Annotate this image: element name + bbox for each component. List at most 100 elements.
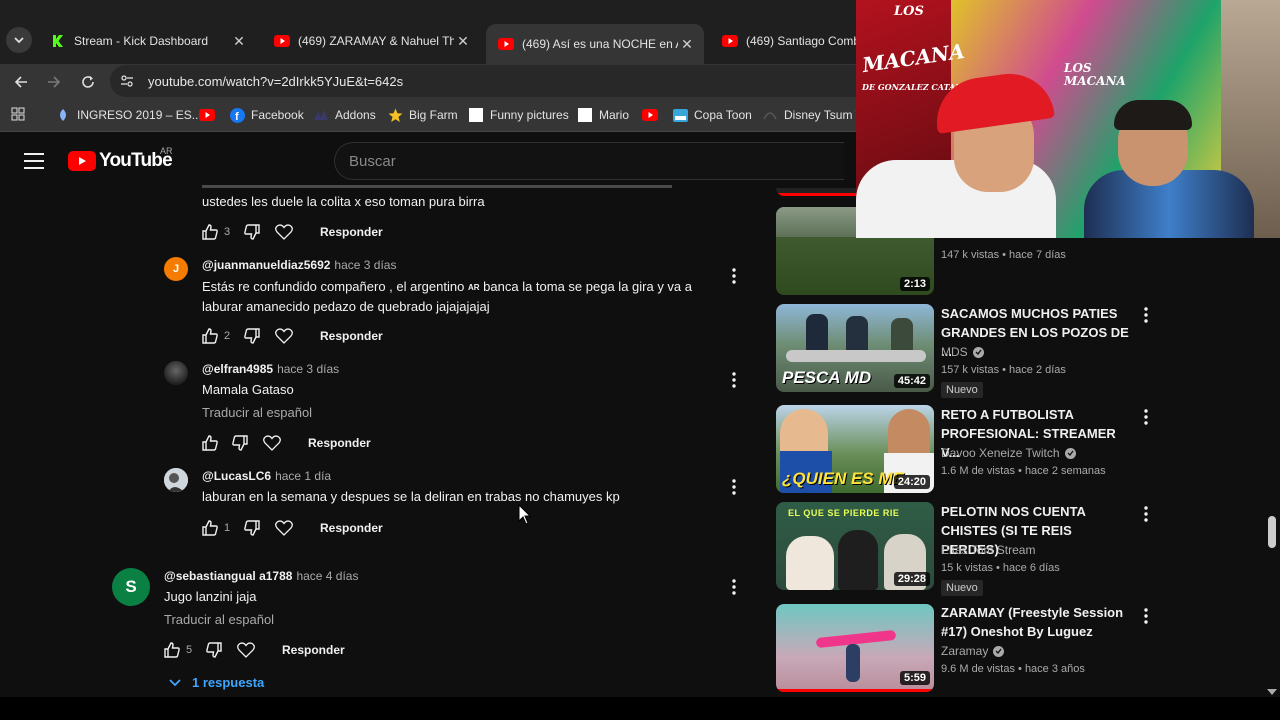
- bookmark-copa-toon[interactable]: Copa Toon: [672, 107, 752, 123]
- menu-icon[interactable]: [24, 153, 44, 169]
- close-icon[interactable]: ✕: [230, 33, 248, 50]
- forward-button[interactable]: [41, 69, 67, 95]
- svg-text:f: f: [235, 111, 239, 123]
- more-options-icon[interactable]: [726, 577, 742, 597]
- heart-icon[interactable]: [274, 326, 294, 346]
- heart-icon[interactable]: [236, 640, 256, 660]
- bookmark-youtube[interactable]: [199, 107, 221, 123]
- reply-button[interactable]: Responder: [320, 521, 383, 535]
- bookmark-label: Mario: [599, 108, 630, 122]
- dislike-icon[interactable]: [242, 326, 262, 346]
- avatar[interactable]: S: [112, 568, 150, 606]
- reply-button[interactable]: Responder: [320, 225, 383, 239]
- comment-author[interactable]: @LucasLC6 hace 1 día: [202, 469, 331, 483]
- bookmark-addons[interactable]: Addons: [313, 107, 376, 123]
- dislike-icon[interactable]: [242, 222, 262, 242]
- dislike-icon[interactable]: [204, 640, 224, 660]
- video-thumbnail[interactable]: PESCA MD 45:42: [776, 304, 934, 392]
- heart-icon[interactable]: [262, 433, 282, 453]
- more-options-icon[interactable]: [1140, 305, 1152, 325]
- tab-kick-dashboard[interactable]: Stream - Kick Dashboard ✕: [38, 27, 256, 55]
- reply-button[interactable]: Responder: [320, 329, 383, 343]
- comment-actions: Responder: [200, 433, 371, 453]
- avatar[interactable]: J: [164, 257, 188, 281]
- dislike-icon[interactable]: [230, 433, 250, 453]
- youtube-logo[interactable]: YouTube: [68, 150, 173, 172]
- verified-icon: [1064, 447, 1076, 459]
- reply-button[interactable]: Responder: [282, 643, 345, 657]
- bookmark-disney-tsum[interactable]: Disney Tsum Ts: [762, 107, 868, 123]
- comment-author[interactable]: @juanmanueldiaz5692 hace 3 días: [202, 258, 396, 272]
- tab-noche-en-asu[interactable]: (469) Así es una NOCHE en ASU ✕: [486, 24, 704, 64]
- reload-button[interactable]: [75, 69, 101, 95]
- mouse-cursor-icon: [518, 504, 532, 525]
- back-button[interactable]: [8, 69, 34, 95]
- like-icon[interactable]: [200, 433, 220, 453]
- dislike-icon[interactable]: [242, 518, 262, 538]
- page-icon: [468, 107, 484, 123]
- video-channel[interactable]: Davoo Xeneize Twitch: [941, 446, 1076, 460]
- bookmark-facebook[interactable]: f Facebook: [229, 107, 304, 123]
- more-options-icon[interactable]: [726, 370, 742, 390]
- video-meta: 9.6 M de vistas • hace 3 años: [941, 663, 1085, 675]
- video-thumbnail[interactable]: 5:59: [776, 604, 934, 692]
- thumbnail-caption: PESCA MD: [782, 368, 872, 387]
- more-options-icon[interactable]: [1140, 606, 1152, 626]
- video-thumbnail[interactable]: EL QUE SE PIERDE RIE 29:28: [776, 502, 934, 590]
- like-icon[interactable]: [200, 222, 220, 242]
- comment-actions: 1 Responder: [200, 518, 383, 538]
- avatar[interactable]: [164, 361, 188, 385]
- bookmark-mario[interactable]: Mario: [577, 107, 629, 123]
- like-icon[interactable]: [200, 518, 220, 538]
- comment-time: hace 3 días: [334, 258, 397, 272]
- heart-icon[interactable]: [274, 518, 294, 538]
- comment-text: Mamala Gataso: [202, 382, 294, 397]
- translate-link[interactable]: Traducir al español: [164, 612, 274, 627]
- avatar[interactable]: [164, 468, 188, 492]
- close-icon[interactable]: ✕: [454, 33, 472, 50]
- comment-author[interactable]: @sebastiangual a1788 hace 4 días: [164, 569, 358, 583]
- video-channel[interactable]: Zaramay: [941, 644, 1005, 658]
- partial-comment-line: [202, 180, 682, 189]
- video-title-line: ZARAMAY (Freestyle Session: [941, 605, 1124, 620]
- tab-search-button[interactable]: [6, 27, 32, 53]
- address-bar[interactable]: youtube.com/watch?v=2dIrkk5YJuE&t=642s: [110, 65, 870, 97]
- site-settings-icon[interactable]: [118, 72, 136, 90]
- author-handle: @elfran4985: [202, 362, 274, 376]
- comment-text-part: Estás re confundido compañero , el argen…: [202, 279, 465, 294]
- bookmark-ingreso[interactable]: INGRESO 2019 – ES...: [55, 107, 202, 123]
- search-input[interactable]: Buscar: [334, 142, 844, 180]
- bookmark-label: Addons: [335, 108, 376, 122]
- comment-author[interactable]: @elfran4985 hace 3 días: [202, 362, 339, 376]
- view-replies-button[interactable]: 1 respuesta: [168, 675, 264, 690]
- comment-actions: 5 Responder: [162, 640, 345, 660]
- apps-button[interactable]: [11, 107, 25, 121]
- translate-link[interactable]: Traducir al español: [202, 405, 312, 420]
- close-icon[interactable]: ✕: [678, 36, 696, 53]
- video-title[interactable]: ZARAMAY (Freestyle Session #17) Oneshot …: [941, 603, 1131, 641]
- tab-zaramay[interactable]: (469) ZARAMAY & Nahuel The ✕: [262, 27, 480, 55]
- bookmark-funny-pictures[interactable]: Funny pictures: [468, 107, 569, 123]
- bookmark-youtube-2[interactable]: [642, 107, 664, 123]
- tab-santiago-comba[interactable]: (469) Santiago Comba -: [710, 27, 860, 55]
- more-options-icon[interactable]: [1140, 407, 1152, 427]
- person-right-hair: [1114, 100, 1192, 130]
- more-options-icon[interactable]: [726, 477, 742, 497]
- tab-title: (469) Así es una NOCHE en ASU: [522, 37, 678, 51]
- youtube-icon: [274, 33, 290, 49]
- chevron-down-icon: [14, 37, 24, 44]
- bookmark-label: INGRESO 2019 – ES...: [77, 108, 202, 122]
- like-icon[interactable]: [162, 640, 182, 660]
- video-title-line: #17) Oneshot By Luguez: [941, 624, 1093, 639]
- video-thumbnail[interactable]: ¿QUIEN ES ME 24:20: [776, 405, 934, 493]
- more-options-icon[interactable]: [726, 266, 742, 286]
- bookmark-big-farm[interactable]: Big Farm: [387, 107, 458, 123]
- video-channel[interactable]: MDS: [941, 345, 984, 359]
- reply-button[interactable]: Responder: [308, 436, 371, 450]
- scroll-down-icon[interactable]: [1266, 684, 1278, 695]
- video-channel[interactable]: Elías Tom Stream: [941, 543, 1035, 557]
- more-options-icon[interactable]: [1140, 504, 1152, 524]
- like-icon[interactable]: [200, 326, 220, 346]
- heart-icon[interactable]: [274, 222, 294, 242]
- scrollbar-thumb[interactable]: [1268, 516, 1276, 548]
